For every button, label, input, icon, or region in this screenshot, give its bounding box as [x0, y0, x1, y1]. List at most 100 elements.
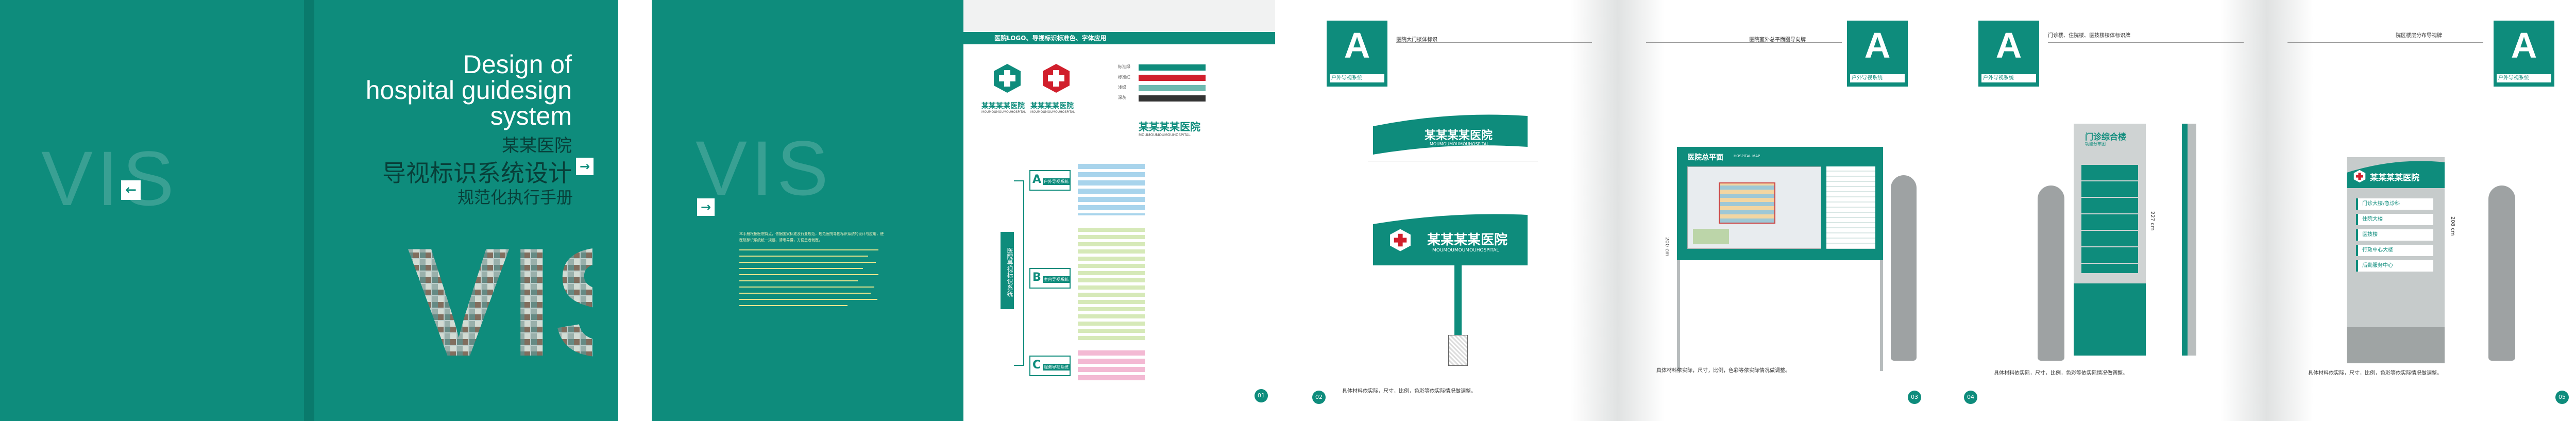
gate-sign-bottom: 某某某某医院 MOUMOUMOUMOUHOSPITAL [1368, 209, 1533, 265]
badge-letter-b: A [1995, 25, 2022, 65]
spread-a-note-right: 具体材料依实际，尺寸，比例，色彩等依实际情况做调整。 [1656, 368, 1790, 374]
map-legend [1826, 166, 1875, 249]
badge-letter-right: A [1864, 25, 1891, 65]
map-board: 医院总平面 HOSPITAL MAP [1677, 147, 1883, 260]
spread-b-note-left: 具体材料依实际，尺寸，比例，色彩等依实际情况做调整。 [1994, 371, 2128, 376]
logo-page: 医院LOGO、导视标识标准色、字体应用 某某某某医院 MOUMOUMOUMOUH… [963, 0, 1275, 421]
gate-sign-name-2: 某某某某医院 [1427, 232, 1508, 248]
cover-spread: VIS ← Design of hospital guidesign syste… [0, 0, 618, 421]
spread-a-page-left: 02 [1312, 391, 1326, 404]
spread-a-right-header: 医院室外总平面图导向牌 [1749, 37, 1806, 43]
color-swatch-darkgrey [1139, 95, 1206, 102]
spread-a-left-header: 医院大门楼体标识 [1396, 37, 1437, 43]
spread-a-right-badge: A 户外导视系统 [1847, 21, 1908, 87]
gate-sign-cross-icon [1390, 229, 1411, 251]
building-sign-tower: 门诊综合楼 功能分布图 [2074, 124, 2146, 356]
intro-body-text: 本手册根据医院特点，依据国家标准及行业规范，规范医院导视标识系统的设计与应用，使… [739, 231, 884, 306]
hospital-cross-green-icon [994, 64, 1021, 93]
building-column [2182, 124, 2196, 356]
spread-a-left-badge: A 户外导视系统 [1327, 21, 1387, 87]
intro-paragraph: 本手册根据医院特点，依据国家标准及行业规范，规范医院导视标识系统的设计与应用，使… [739, 232, 884, 242]
cover-title-en-line3: system [490, 102, 572, 130]
spread-b-note-right: 具体材料依实际，尺寸，比例，色彩等依实际情况做调整。 [2308, 371, 2442, 376]
branch-B-items [1078, 227, 1145, 340]
hospital-cross-red-icon [1043, 64, 1070, 93]
spread-b-page-left: 04 [1964, 391, 1977, 404]
spread-a-page-right: 03 [1908, 391, 1921, 404]
intro-vis-watermark: VIS [696, 125, 833, 211]
logo-page-header: 医院LOGO、导视标识标准色、字体应用 [963, 32, 1275, 44]
branch-C-items [1078, 350, 1145, 381]
badge-sub-right: 户外导视系统 [1850, 74, 1905, 82]
gate-post [1454, 265, 1462, 338]
color-swatch-name-2: 标准红 [1118, 75, 1130, 79]
spread-b: A 户外导视系统 门诊楼、住院楼、医技楼楼体标识牌 门诊综合楼 功能分布图 22… [1958, 0, 2576, 421]
map-post-right [1880, 260, 1883, 371]
branch-A-items [1078, 164, 1145, 215]
map-title-en: HOSPITAL MAP [1734, 154, 1760, 158]
branch-C-letter: C [1032, 359, 1041, 372]
color-swatch-lightgreen [1139, 85, 1206, 91]
direction-item-1: 门诊大楼/急诊科 [2356, 198, 2433, 210]
building-floor-list [2081, 165, 2138, 273]
cover-vis-photo-letters: VIS [407, 222, 592, 361]
gate-sign-top: 某某某某医院 MOUMOUMOUMOUHOSPITAL [1368, 111, 1533, 157]
cover-subtitle: 规范化执行手册 [457, 188, 573, 207]
cover-right-arrow-icon: → [576, 158, 594, 175]
direction-item-3: 医技楼 [2356, 229, 2433, 241]
logo-name-en: MOUMOUMOUMOUHOSPITAL [981, 110, 1026, 114]
map-height-label: 200 cm [1664, 237, 1670, 257]
logo-name-red: 某某某某医院 [1030, 102, 1074, 110]
branch-B-label: 室内导视系统 [1043, 276, 1070, 283]
gate-sign-name-en: MOUMOUMOUMOUHOSPITAL [1430, 142, 1489, 146]
direction-height-label: 208 cm [2450, 216, 2455, 236]
wordmark: 某某某某医院 [1139, 121, 1200, 133]
person-silhouette-icon [1891, 175, 1917, 361]
wordmark-en: MOUMOUMOUMOUHOSPITAL [1139, 133, 1191, 137]
branch-A: A 户外导视系统 [1029, 170, 1071, 191]
color-swatch-name-3: 浅绿 [1118, 85, 1126, 90]
cover-left-arrow-icon: ← [121, 180, 141, 200]
cover-spine-shadow [304, 0, 314, 421]
direction-item-4: 行政中心大楼 [2356, 245, 2433, 256]
logo-name: 某某某某医院 [981, 102, 1025, 110]
spread-a: A 户外导视系统 医院大门楼体标识 某某某某医院 MOUMOUMOUMOUHOS… [1306, 0, 1929, 421]
direction-board-cross-icon [2353, 170, 2366, 183]
map-image [1687, 166, 1821, 249]
cover-title-en-line1: Design of [463, 50, 572, 79]
direction-item-5: 后勤服务中心 [2356, 260, 2433, 272]
building-title: 门诊综合楼 [2085, 132, 2127, 142]
color-swatch-red [1139, 75, 1206, 81]
tree-root: 医院导视标识系统 [1001, 232, 1014, 309]
cover-main-title: 导视标识系统设计 [382, 159, 572, 187]
intro-arrow-icon: → [697, 198, 715, 216]
direction-board-base [2347, 327, 2445, 363]
map-post-left [1677, 260, 1680, 371]
branch-A-letter: A [1032, 173, 1042, 186]
logo-page-top-grey [963, 0, 1275, 31]
logo-name-en-red: MOUMOUMOUMOUHOSPITAL [1030, 110, 1075, 114]
svg-text:VIS: VIS [407, 222, 592, 361]
building-sub: 功能分布图 [2085, 142, 2106, 146]
logo-red [1041, 63, 1072, 94]
logo-green [992, 63, 1023, 94]
branch-C-label: 服务导视系统 [1043, 364, 1070, 371]
spread-a-note-left: 具体材料依实际，尺寸，比例，色彩等依实际情况做调整。 [1342, 389, 1476, 394]
intro-spread: VIS → 本手册根据医院特点，依据国家标准及行业规范，规范医院导视标识系统的设… [652, 0, 1275, 421]
logo-page-number: 01 [1255, 389, 1268, 402]
person-silhouette-left-icon [2038, 186, 2064, 361]
badge-letter: A [1344, 25, 1370, 65]
badge-sub-b: 户外导视系统 [1981, 74, 2036, 82]
direction-board: 某某某某医院 门诊大楼/急诊科 住院大楼 医技楼 行政中心大楼 后勤服务中心 [2347, 157, 2445, 363]
spread-b-left-header: 门诊楼、住院楼、医技楼楼体标识牌 [2048, 33, 2130, 39]
branch-C: C 服务导视系统 [1029, 356, 1071, 376]
branch-A-label: 户外导视系统 [1043, 178, 1070, 185]
badge-letter-b-right: A [2511, 25, 2537, 65]
building-base [2074, 283, 2146, 356]
person-silhouette-right-icon [2488, 186, 2515, 361]
map-title: 医院总平面 [1687, 154, 1723, 162]
gate-base [1448, 335, 1468, 366]
cover-hospital-name: 某某医院 [502, 136, 572, 156]
building-height-label: 227 cm [2149, 211, 2155, 231]
direction-board-name: 某某某某医院 [2370, 173, 2420, 182]
